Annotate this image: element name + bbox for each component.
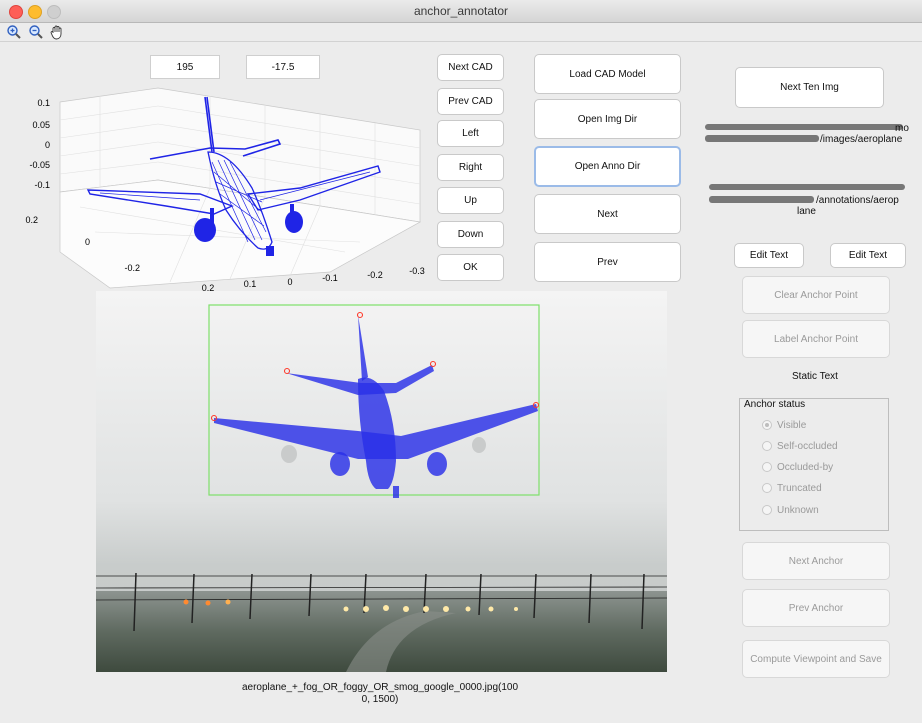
z-tick: 0.1 — [37, 98, 50, 108]
x-tick: -0.1 — [322, 273, 338, 283]
elevation-field[interactable]: -17.5 — [246, 55, 320, 79]
radio-occluded-by[interactable]: Occluded-by — [762, 460, 833, 474]
caption-line-2: 0, 1500) — [361, 694, 399, 705]
edit-text-field-2[interactable]: Edit Text — [830, 243, 906, 268]
clear-anchor-point-button[interactable]: Clear Anchor Point — [742, 276, 890, 314]
annotation-image[interactable] — [96, 291, 667, 672]
redacted-path — [705, 124, 903, 130]
radio-unselected-icon — [762, 505, 772, 515]
ok-button[interactable]: OK — [437, 254, 504, 281]
load-cad-model-button[interactable]: Load CAD Model — [534, 54, 681, 94]
radio-self-occluded[interactable]: Self-occluded — [762, 439, 838, 453]
y-tick: -0.2 — [124, 263, 140, 273]
open-img-dir-button[interactable]: Open Img Dir — [534, 99, 681, 139]
zoom-in-icon[interactable] — [6, 24, 22, 40]
cad-3d-plot[interactable]: 0.1 0.05 0 -0.05 -0.1 0.2 0 -0.2 0.2 0.1… — [0, 82, 432, 292]
radio-label: Self-occluded — [777, 440, 838, 452]
radio-truncated[interactable]: Truncated — [762, 481, 822, 495]
z-tick: 0.05 — [32, 120, 50, 130]
label-anchor-point-button[interactable]: Label Anchor Point — [742, 320, 890, 358]
radio-unselected-icon — [762, 441, 772, 451]
radio-unselected-icon — [762, 462, 772, 472]
radio-visible[interactable]: Visible — [762, 418, 806, 432]
up-button[interactable]: Up — [437, 187, 504, 214]
anno-dir-path-label: /annotations/aerop — [816, 195, 899, 206]
y-tick: 0.2 — [25, 215, 38, 225]
pan-hand-icon[interactable] — [49, 24, 65, 40]
figure-toolbar — [0, 23, 922, 42]
compute-viewpoint-save-button[interactable]: Compute Viewpoint and Save — [742, 640, 890, 678]
azimuth-field[interactable]: 195 — [150, 55, 220, 79]
static-text-label: Static Text — [792, 371, 838, 382]
prev-button[interactable]: Prev — [534, 242, 681, 282]
anchor-status-title: Anchor status — [742, 399, 808, 410]
z-tick: -0.1 — [34, 180, 50, 190]
z-tick: 0 — [45, 140, 50, 150]
next-anchor-button[interactable]: Next Anchor — [742, 542, 890, 580]
x-tick: -0.2 — [367, 270, 383, 280]
radio-unselected-icon — [762, 483, 772, 493]
radio-selected-icon — [762, 420, 772, 430]
x-tick: 0.1 — [244, 279, 257, 289]
radio-label: Truncated — [777, 482, 822, 494]
left-button[interactable]: Left — [437, 120, 504, 147]
y-tick: 0 — [85, 237, 90, 247]
next-button[interactable]: Next — [534, 194, 681, 234]
img-dir-path-label: /images/aeroplane — [820, 134, 903, 145]
redacted-path — [705, 135, 819, 142]
x-tick: 0 — [287, 277, 292, 287]
image-filename-caption: aeroplane_+_fog_OR_foggy_OR_smog_google_… — [230, 682, 530, 706]
radio-label: Visible — [777, 419, 807, 431]
redacted-path — [709, 184, 905, 190]
caption-line-1: aeroplane_+_fog_OR_foggy_OR_smog_google_… — [241, 682, 519, 693]
window-titlebar: anchor_annotator — [0, 0, 922, 23]
window-title: anchor_annotator — [413, 4, 509, 18]
next-ten-img-button[interactable]: Next Ten Img — [735, 67, 884, 108]
open-anno-dir-button[interactable]: Open Anno Dir — [534, 146, 681, 187]
edit-text-field-1[interactable]: Edit Text — [734, 243, 804, 268]
x-tick: -0.3 — [409, 266, 425, 276]
prev-cad-button[interactable]: Prev CAD — [437, 88, 504, 115]
next-cad-button[interactable]: Next CAD — [437, 54, 504, 81]
anno-dir-path-tail: lane — [797, 206, 816, 217]
z-tick: -0.05 — [29, 160, 50, 170]
zoom-out-icon[interactable] — [28, 24, 44, 40]
radio-unknown[interactable]: Unknown — [762, 503, 819, 517]
down-button[interactable]: Down — [437, 221, 504, 248]
img-dir-path-tail: mo — [895, 123, 909, 134]
radio-label: Occluded-by — [777, 461, 834, 473]
right-button[interactable]: Right — [437, 154, 504, 181]
prev-anchor-button[interactable]: Prev Anchor — [742, 589, 890, 627]
redacted-path — [709, 196, 814, 203]
radio-label: Unknown — [777, 504, 819, 516]
